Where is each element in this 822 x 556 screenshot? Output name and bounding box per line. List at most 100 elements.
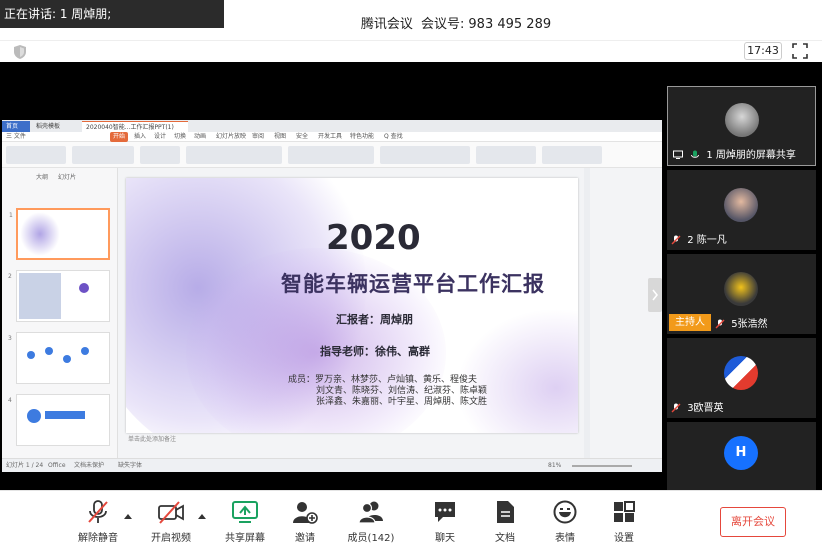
members-button[interactable]: 成员(142) <box>341 499 401 549</box>
emoji-icon <box>553 500 577 524</box>
leave-meeting-button[interactable]: 离开会议 <box>720 507 786 537</box>
slide-number: 2 <box>8 273 12 280</box>
fullscreen-icon[interactable] <box>792 43 808 59</box>
participant-label: 2 陈一凡 <box>671 231 727 246</box>
title-bar: 正在讲话: 1 周焯朋; 腾讯会议 会议号: 983 495 289 <box>0 0 822 40</box>
ppt-tab-home: 首页 <box>2 121 30 132</box>
start-video-button[interactable]: 开启视频 <box>141 499 201 549</box>
participant-tile[interactable]: 1 周焯朋的屏幕共享 <box>667 86 816 166</box>
ppt-menu-item: 幻灯片放映 <box>216 133 247 140</box>
caret-up-icon[interactable] <box>198 513 206 519</box>
participant-tile[interactable]: 3欧晋英 <box>667 338 816 418</box>
settings-button[interactable]: 设置 <box>594 499 654 549</box>
chat-label: 聊天 <box>435 533 455 544</box>
slide-members-line: 成员：罗万亲、林梦莎、卢灿镇、黄乐、程俊夫 <box>288 375 478 385</box>
ppt-theme: Office <box>48 462 66 469</box>
slide-members-line: 刘文青、陈晓芬、刘信涛、纪淑芬、陈卓颖 <box>316 386 488 396</box>
ribbon-group <box>6 146 66 164</box>
avatar: H <box>724 436 758 470</box>
docs-button[interactable]: 文档 <box>475 499 535 549</box>
video-stage: 首页 稻壳模板 2020040智能...工作汇报PPT(1) 三 文件 开始 插… <box>0 62 822 490</box>
unmute-button[interactable]: 解除静音 <box>68 499 128 549</box>
info-bar: 17:43 <box>0 40 822 62</box>
slide-advisor: 指导老师：徐伟、高群 <box>320 345 430 358</box>
mic-muted-icon <box>88 500 108 523</box>
participant-tile[interactable]: 主持人 5张浩然 <box>667 254 816 334</box>
ppt-menu-item: 三 文件 <box>6 133 26 140</box>
ribbon-group <box>542 146 602 164</box>
avatar <box>724 272 758 306</box>
ppt-zoom: 81% <box>548 462 562 469</box>
slide-thumbnail: 3 <box>8 332 110 384</box>
ppt-slides-tab: 幻灯片 <box>57 174 76 181</box>
add-user-icon <box>293 502 318 524</box>
emoji-button[interactable]: 表情 <box>535 499 595 549</box>
ppt-protect: 文档未保护 <box>74 462 105 469</box>
avatar <box>724 356 758 390</box>
settings-label: 设置 <box>614 533 634 544</box>
collapse-panel-button[interactable] <box>648 278 662 312</box>
ppt-menu-item: 动画 <box>194 133 207 140</box>
ppt-slide-counter: 幻灯片 1 / 24 <box>6 462 44 469</box>
ppt-menu-bar: 三 文件 开始 插入 设计 切换 动画 幻灯片放映 审阅 视图 安全 开发工具 … <box>2 132 662 142</box>
meeting-window: 正在讲话: 1 周焯朋; 腾讯会议 会议号: 983 495 289 17:43 … <box>0 0 822 556</box>
participant-tile[interactable]: 2 陈一凡 <box>667 170 816 250</box>
ppt-outline-tab: 大纲 <box>36 174 49 181</box>
chat-button[interactable]: 聊天 <box>415 499 475 549</box>
mic-muted-icon <box>671 403 681 413</box>
caret-up-icon[interactable] <box>124 513 132 519</box>
participant-name: 1 周焯朋的屏幕共享 <box>706 150 796 161</box>
slide-members: 成员：罗万亲、林梦莎、卢灿镇、黄乐、程俊夫 刘文青、陈晓芬、刘信涛、纪淑芬、陈卓… <box>288 375 487 408</box>
chevron-right-icon <box>652 289 659 301</box>
participant-label: 1 周焯朋的屏幕共享 <box>672 146 796 161</box>
video-off-icon <box>158 501 184 524</box>
host-badge: 主持人 <box>669 314 711 331</box>
mic-muted-icon <box>715 319 725 329</box>
slide-number: 1 <box>9 212 13 219</box>
ppt-menu-item: 设计 <box>154 133 167 140</box>
app-name: 腾讯会议 <box>360 17 413 32</box>
ribbon-group <box>476 146 536 164</box>
ppt-menu-item: 开始 <box>110 132 129 142</box>
ppt-menu-item: 视图 <box>274 133 287 140</box>
slide-number: 4 <box>8 397 12 404</box>
ppt-status-bar: 幻灯片 1 / 24 Office 文档未保护 缺失字体 81% <box>2 458 662 472</box>
ribbon-group <box>380 146 470 164</box>
shared-screen: 首页 稻壳模板 2020040智能...工作汇报PPT(1) 三 文件 开始 插… <box>2 120 662 472</box>
ppt-menu-item: Q 查找 <box>384 133 403 140</box>
participant-tile[interactable]: H <box>667 422 816 490</box>
participant-name: 2 陈一凡 <box>687 235 727 246</box>
ppt-ribbon <box>2 142 662 168</box>
ppt-left-tabs: 大纲 幻灯片 <box>36 172 84 181</box>
shield-icon[interactable] <box>12 44 28 60</box>
meeting-id[interactable]: 983 495 289 <box>468 17 551 32</box>
mic-icon <box>691 150 700 158</box>
slide-canvas: 2020 智能车辆运营平台工作汇报 汇报者：周焯朋 指导老师：徐伟、高群 成员：… <box>126 178 578 433</box>
document-icon <box>497 501 514 523</box>
ppt-menu-item: 安全 <box>296 133 309 140</box>
ppt-tab-document: 2020040智能...工作汇报PPT(1) <box>82 121 188 132</box>
share-screen-label: 共享屏幕 <box>225 533 265 544</box>
grid-settings-icon <box>614 501 635 522</box>
slide-thumbnail: 2 <box>8 270 110 322</box>
docs-label: 文档 <box>495 533 515 544</box>
share-screen-button[interactable]: 共享屏幕 <box>215 499 275 549</box>
ppt-notes-pane: 单击此处添加备注 <box>128 436 177 443</box>
ppt-menu-item: 特色功能 <box>350 133 375 140</box>
slide-members-line: 张泽鑫、朱嘉丽、叶宇星、周焯朋、陈文胜 <box>316 397 488 407</box>
invite-button[interactable]: 邀请 <box>275 499 335 549</box>
ribbon-group <box>186 146 282 164</box>
slide-thumbnail: 4 <box>8 394 110 446</box>
start-video-label: 开启视频 <box>151 533 191 544</box>
ppt-scrollbar <box>584 168 590 458</box>
screen-share-icon <box>673 150 683 159</box>
ppt-menu-item: 审阅 <box>252 133 265 140</box>
ribbon-group <box>288 146 374 164</box>
emoji-label: 表情 <box>555 533 575 544</box>
slide-title: 智能车辆运营平台工作汇报 <box>281 272 545 296</box>
ribbon-group <box>140 146 180 164</box>
mic-muted-icon <box>671 235 681 245</box>
meeting-clock: 17:43 <box>744 42 782 60</box>
meeting-title: 腾讯会议 会议号: 983 495 289 <box>0 13 822 32</box>
unmute-label: 解除静音 <box>78 533 118 544</box>
